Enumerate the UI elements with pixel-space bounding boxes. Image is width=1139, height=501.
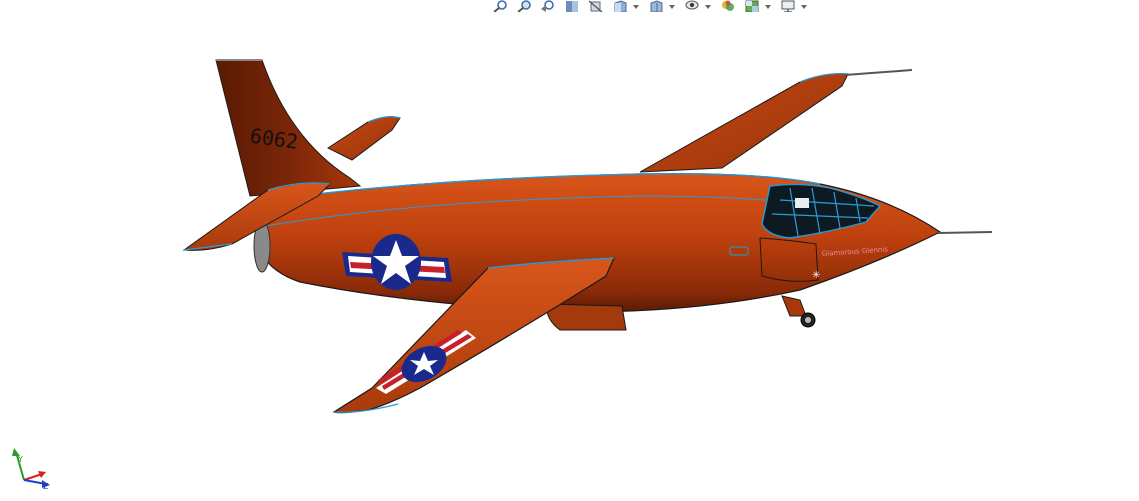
nose-landing-gear: [781, 295, 816, 328]
svg-text:Y: Y: [17, 455, 23, 464]
far-wing: [639, 73, 849, 173]
wing-pitot-probe: [844, 69, 913, 76]
aircraft-model[interactable]: 6062 Glamorous Glennis ✳: [0, 0, 1139, 501]
far-horizontal-stabilizer: [326, 116, 401, 161]
svg-text:Z: Z: [43, 482, 49, 490]
x-axis: [23, 473, 43, 481]
reference-triad: Y Z: [12, 448, 50, 490]
main-gear-fairing: [545, 303, 627, 331]
graphics-area[interactable]: 6062 Glamorous Glennis ✳ Y Z: [0, 0, 1139, 501]
nose-star: ✳: [812, 270, 820, 281]
nose-pitot-probe: [937, 231, 993, 234]
